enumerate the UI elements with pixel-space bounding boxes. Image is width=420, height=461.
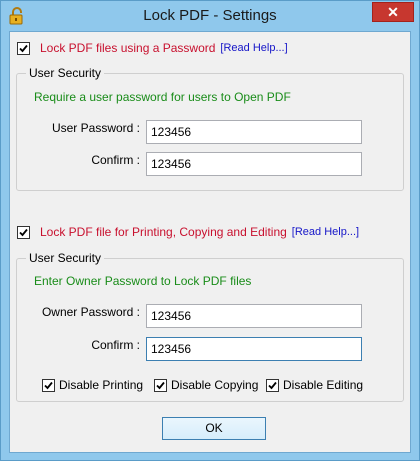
lock-files-label: Lock PDF files using a Password (40, 41, 216, 55)
checkmark-icon (268, 381, 277, 389)
title-bar[interactable]: Lock PDF - Settings ✕ (1, 1, 419, 31)
lock-printing-checkbox[interactable] (17, 225, 30, 239)
owner-security-title: User Security (26, 251, 105, 265)
user-security-group: User Security Require a user password fo… (16, 66, 404, 191)
owner-confirm-input[interactable]: 123456 (146, 337, 362, 361)
owner-security-group: User Security Enter Owner Password to Lo… (16, 251, 404, 402)
disable-editing-label: Disable Editing (283, 378, 364, 392)
owner-confirm-label: Confirm : (91, 338, 140, 352)
close-button[interactable]: ✕ (372, 2, 414, 22)
owner-read-help-link[interactable]: [Read Help...] (292, 226, 359, 238)
settings-window: Lock PDF - Settings ✕ Lock PDF files usi… (0, 0, 420, 461)
user-confirm-input[interactable]: 123456 (146, 152, 362, 176)
owner-password-input[interactable]: 123456 (146, 304, 362, 328)
user-read-help-link[interactable]: [Read Help...] (220, 42, 287, 54)
disable-copying-checkbox[interactable] (154, 378, 167, 392)
user-password-input[interactable]: 123456 (146, 120, 362, 144)
disable-printing-option[interactable]: Disable Printing (42, 378, 143, 392)
disable-editing-checkbox[interactable] (266, 378, 279, 392)
checkmark-icon (19, 228, 28, 236)
disable-copying-option[interactable]: Disable Copying (154, 378, 258, 392)
checkmark-icon (19, 44, 28, 52)
lock-printing-label: Lock PDF file for Printing, Copying and … (40, 225, 287, 239)
user-security-title: User Security (26, 66, 105, 80)
disable-editing-option[interactable]: Disable Editing (266, 378, 363, 392)
ok-button[interactable]: OK (162, 417, 266, 440)
user-password-label: User Password : (51, 121, 140, 135)
user-password-hint: Require a user password for users to Ope… (34, 90, 291, 104)
dialog-body: Lock PDF files using a Password [Read He… (9, 31, 411, 453)
window-title: Lock PDF - Settings (143, 7, 277, 24)
disable-printing-checkbox[interactable] (42, 378, 55, 392)
user-confirm-label: Confirm : (91, 153, 140, 167)
disable-printing-label: Disable Printing (59, 378, 144, 392)
owner-password-label: Owner Password : (41, 305, 140, 319)
disable-copying-label: Disable Copying (171, 378, 259, 392)
lock-files-checkbox[interactable] (17, 41, 30, 55)
lock-files-row: Lock PDF files using a Password [Read He… (17, 41, 288, 55)
close-icon: ✕ (387, 3, 399, 20)
lock-printing-row: Lock PDF file for Printing, Copying and … (17, 225, 359, 239)
checkmark-icon (44, 381, 53, 389)
owner-password-hint: Enter Owner Password to Lock PDF files (34, 274, 252, 288)
checkmark-icon (156, 381, 165, 389)
